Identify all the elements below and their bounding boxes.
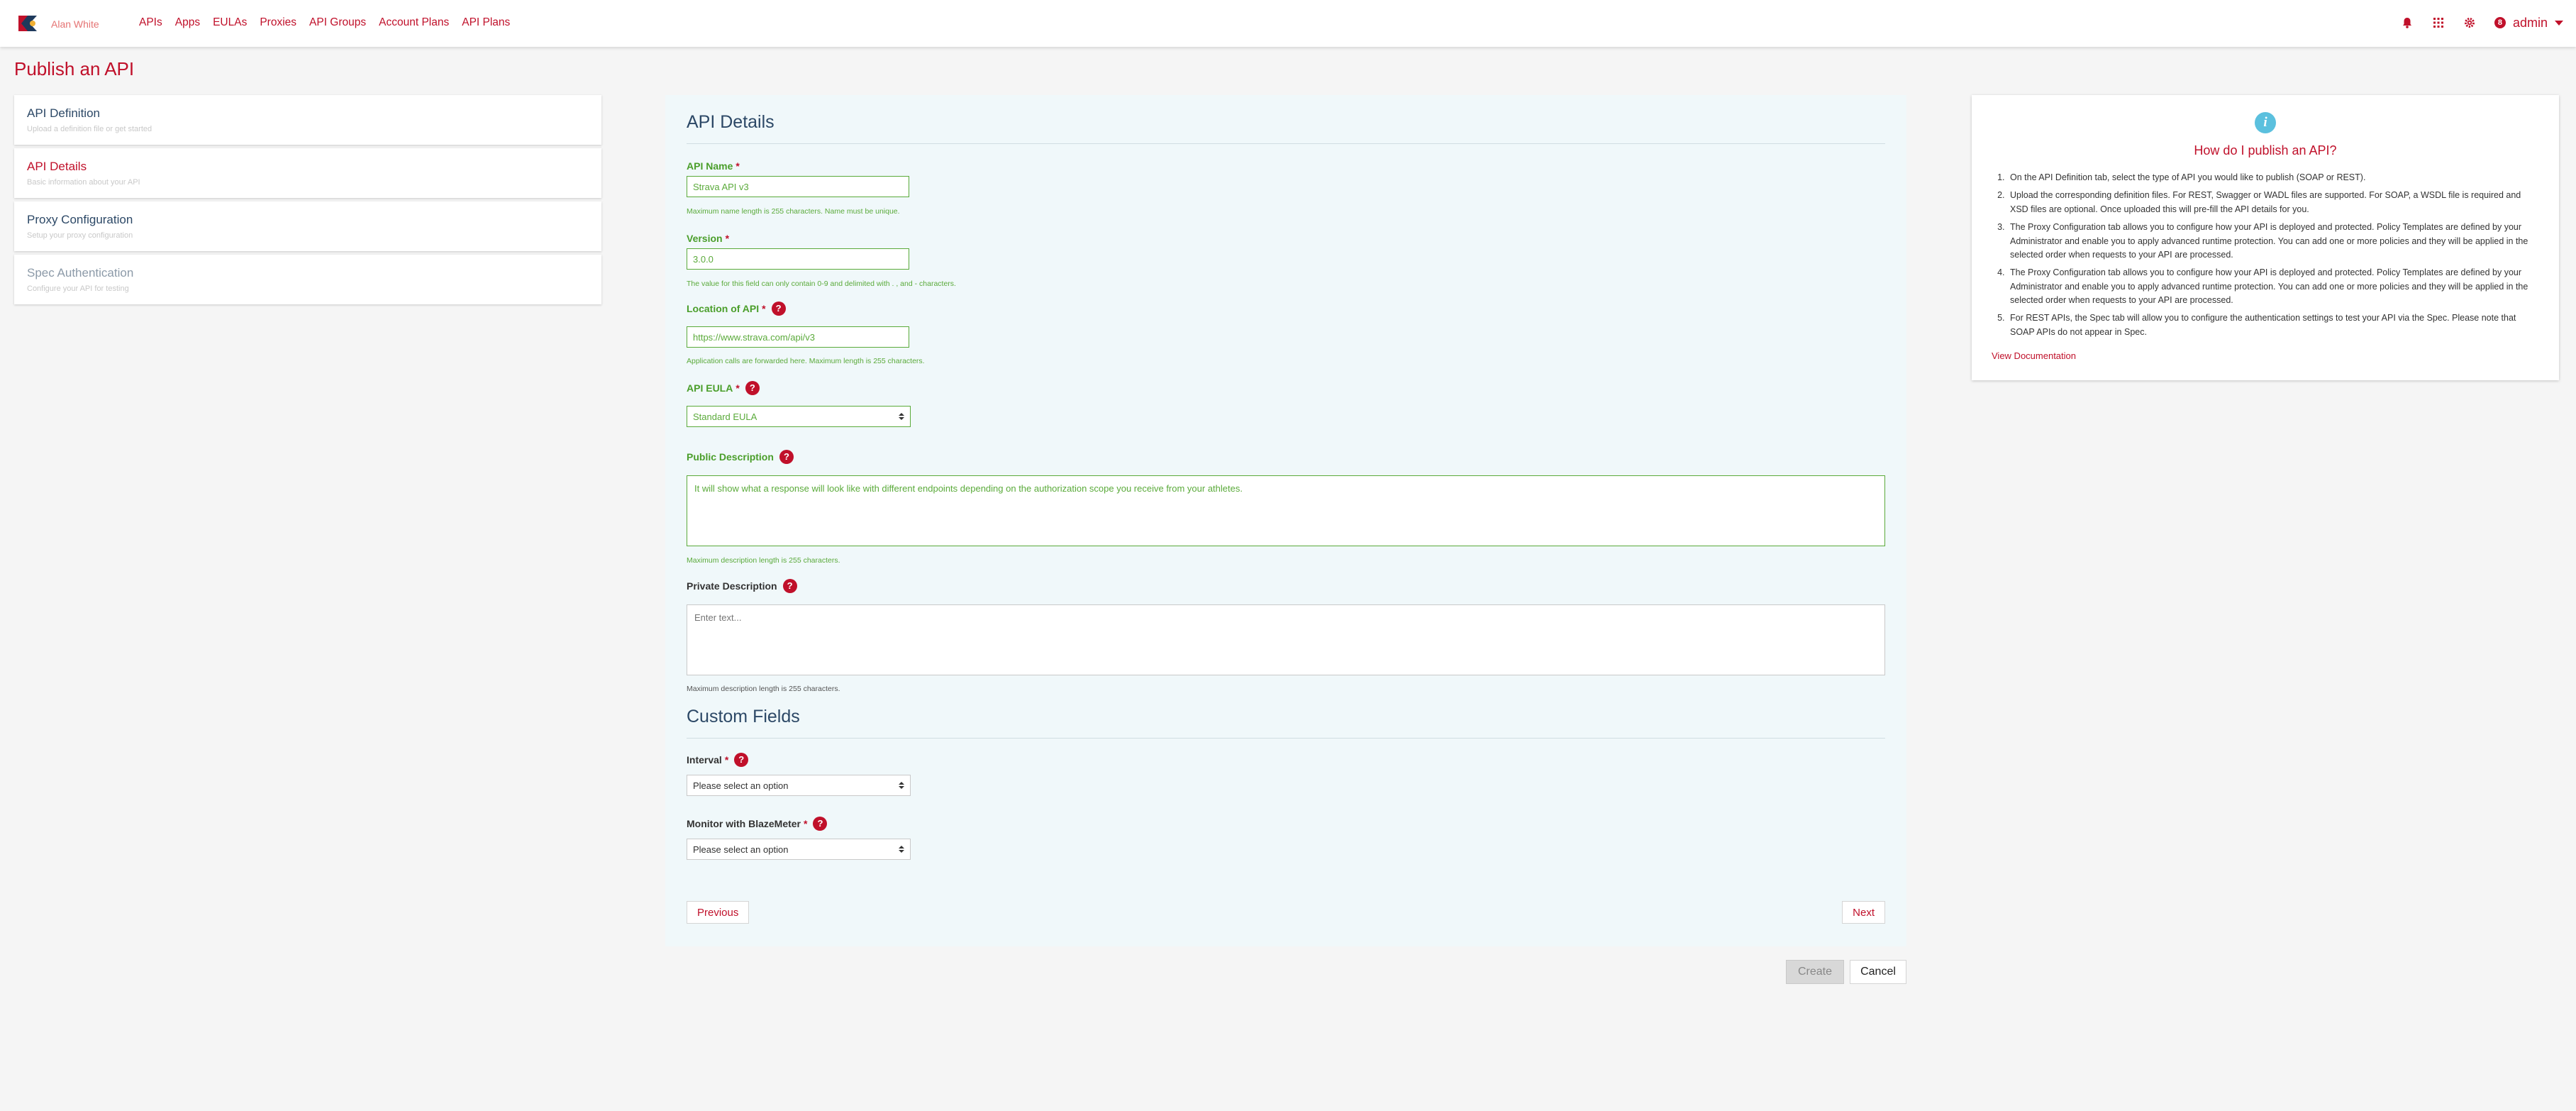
blazemeter-label-text: Monitor with BlazeMeter [687,818,801,829]
public-description-textarea[interactable]: It will show what a response will look l… [687,475,1885,546]
main-nav: APIs Apps EULAs Proxies API Groups Accou… [139,16,510,29]
interval-label: Interval * ? [687,753,749,767]
interval-selected-value: Please select an option [693,780,789,791]
private-description-label: Private Description ? [687,579,797,593]
required-marker: * [735,160,740,172]
nav-link-apps[interactable]: Apps [175,16,200,29]
company-logo-icon[interactable] [16,13,40,34]
step-api-definition[interactable]: API Definition Upload a definition file … [14,95,601,145]
required-marker: * [725,233,730,244]
user-name: Alan White [51,18,99,30]
header-actions: 8 admin [2401,10,2563,35]
select-arrows-icon [899,846,904,853]
admin-label: admin [2512,15,2548,30]
step-subtitle: Basic information about your API [27,178,140,187]
version-label: Version * [687,233,729,244]
help-panel: i How do I publish an API? On the API De… [1972,95,2559,380]
admin-user-menu[interactable]: 8 admin [2494,16,2563,31]
api-name-hint: Maximum name length is 255 characters. N… [687,207,900,216]
create-button[interactable]: Create [1786,960,1844,984]
settings-gear-icon[interactable] [2463,16,2476,29]
list-item: Upload the corresponding definition file… [2007,189,2539,216]
eula-selected-value: Standard EULA [693,411,757,422]
section-title-custom-fields: Custom Fields [687,707,800,726]
info-icon: i [2255,112,2276,133]
nav-link-account-plans[interactable]: Account Plans [379,16,449,29]
step-title: API Details [27,160,87,173]
required-marker: * [804,818,808,829]
admin-badge: 8 [2494,17,2506,28]
location-input[interactable] [687,326,909,348]
step-subtitle: Setup your proxy configuration [27,231,133,240]
step-proxy-configuration[interactable]: Proxy Configuration Setup your proxy con… [14,201,601,251]
list-item: The Proxy Configuration tab allows you t… [2007,221,2539,262]
public-description-hint: Maximum description length is 255 charac… [687,556,840,565]
api-name-label: API Name * [687,160,740,172]
chevron-down-icon [2555,20,2563,26]
list-item: The Proxy Configuration tab allows you t… [2007,266,2539,307]
list-item: On the API Definition tab, select the ty… [2007,171,2539,184]
app-grid-icon[interactable] [2432,16,2445,29]
private-description-label-text: Private Description [687,580,777,592]
help-icon[interactable]: ? [813,817,828,831]
required-marker: * [762,303,766,314]
blazemeter-label: Monitor with BlazeMeter * ? [687,817,828,831]
public-description-label: Public Description ? [687,450,794,464]
blazemeter-select[interactable]: Please select an option [687,839,911,860]
api-name-input[interactable] [687,176,909,197]
next-button[interactable]: Next [1842,901,1885,924]
public-description-label-text: Public Description [687,451,774,463]
interval-label-text: Interval [687,754,722,765]
step-subtitle: Configure your API for testing [27,284,129,293]
nav-link-apis[interactable]: APIs [139,16,162,29]
private-description-hint: Maximum description length is 255 charac… [687,685,840,693]
help-steps-list: On the API Definition tab, select the ty… [1992,171,2539,339]
step-subtitle: Upload a definition file or get started [27,125,152,133]
step-spec-authentication[interactable]: Spec Authentication Configure your API f… [14,255,601,304]
api-name-label-text: API Name [687,160,733,172]
help-icon[interactable]: ? [782,579,797,593]
help-icon[interactable]: ? [734,753,749,767]
version-label-text: Version [687,233,723,244]
required-marker: * [735,382,740,394]
nav-link-api-plans[interactable]: API Plans [462,16,510,29]
api-details-form: API Details API Name * Maximum name leng… [665,95,1906,946]
section-title-api-details: API Details [687,112,775,132]
version-input[interactable] [687,248,909,270]
select-arrows-icon [899,782,904,789]
eula-select[interactable]: Standard EULA [687,406,911,427]
page-title: Publish an API [14,58,135,79]
blazemeter-selected-value: Please select an option [693,844,789,855]
step-title: Spec Authentication [27,266,134,280]
location-label-text: Location of API [687,303,760,314]
cancel-button[interactable]: Cancel [1850,960,1906,984]
step-title: API Definition [27,106,100,120]
section-divider [687,143,1885,144]
required-marker: * [724,754,729,765]
step-title: Proxy Configuration [27,213,133,226]
help-icon[interactable]: ? [779,450,794,464]
interval-select[interactable]: Please select an option [687,775,911,796]
section-divider [687,738,1885,739]
nav-link-eulas[interactable]: EULAs [213,16,247,29]
top-navigation-bar: Alan White APIs Apps EULAs Proxies API G… [0,0,2576,47]
view-documentation-link[interactable]: View Documentation [1992,350,2076,361]
nav-link-proxies[interactable]: Proxies [260,16,296,29]
help-panel-title: How do I publish an API? [2194,143,2337,157]
list-item: For REST APIs, the Spec tab will allow y… [2007,311,2539,339]
location-hint: Application calls are forwarded here. Ma… [687,357,925,365]
location-label: Location of API * ? [687,302,786,316]
help-icon[interactable]: ? [771,302,786,316]
eula-label: API EULA * ? [687,381,760,395]
previous-button[interactable]: Previous [687,901,750,924]
version-hint: The value for this field can only contai… [687,280,956,288]
private-description-textarea[interactable] [687,604,1885,675]
select-arrows-icon [899,413,904,420]
notification-bell-icon[interactable] [2401,16,2414,29]
nav-link-api-groups[interactable]: API Groups [309,16,366,29]
step-api-details[interactable]: API Details Basic information about your… [14,148,601,198]
eula-label-text: API EULA [687,382,733,394]
help-icon[interactable]: ? [745,381,760,395]
wizard-steps: API Definition Upload a definition file … [14,95,601,308]
